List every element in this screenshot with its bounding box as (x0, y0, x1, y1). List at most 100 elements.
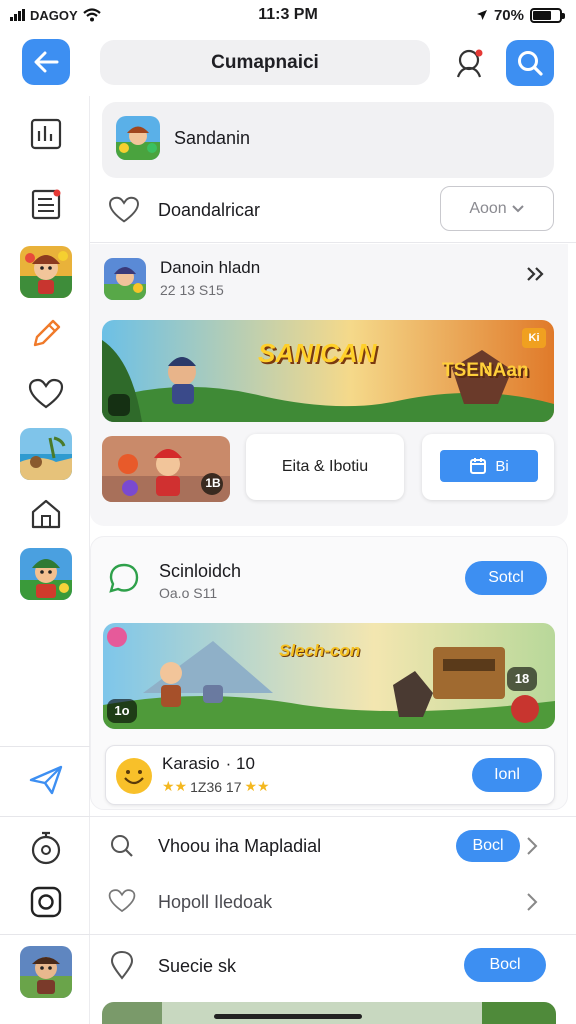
featured-thumbnail (116, 116, 160, 160)
search-button[interactable] (506, 40, 554, 86)
section-two-button[interactable]: Sotcl (465, 561, 547, 595)
tile-art[interactable]: 1B (102, 436, 230, 502)
game-thumbnail-icon (20, 246, 72, 298)
game-card-subtitle: 22 13 S15 (160, 282, 224, 298)
banner-badge-left: 1o (114, 703, 130, 718)
chat-icon (109, 563, 139, 593)
chat-bubble (107, 561, 141, 600)
star-icon: ★★ (244, 778, 270, 794)
send-icon (29, 765, 63, 795)
banner-two-title: Slech-con (279, 641, 361, 660)
page-title: Cumapnaici (100, 40, 430, 85)
sidebar-item-send[interactable] (20, 754, 72, 806)
search-icon (518, 51, 543, 76)
sidebar-item-favorites[interactable] (20, 368, 72, 420)
back-arrow-icon (34, 51, 59, 73)
chevron-right-icon (527, 837, 538, 855)
buy-button-label: Bi (495, 457, 509, 475)
sidebar-item-game-4[interactable] (20, 946, 72, 998)
sidebar-item-notes[interactable] (20, 178, 72, 230)
chevron-right-icon (527, 893, 538, 911)
sidebar-item-timer[interactable] (20, 822, 72, 874)
list-item[interactable]: Hopoll Iledoak (90, 876, 576, 928)
tile-info[interactable]: Eita & Ibotiu (246, 434, 404, 500)
game-thumbnail-icon (20, 946, 72, 998)
profile-icon (456, 49, 483, 78)
location-pin-icon (110, 950, 134, 980)
game-thumbnail-icon (20, 548, 72, 600)
sidebar-item-stats[interactable] (20, 108, 72, 160)
sidebar-item-game-2[interactable] (20, 428, 72, 480)
document-icon (31, 189, 61, 220)
banner-subtitle: TSENAan (442, 360, 529, 381)
home-indicator (214, 1014, 362, 1019)
game-card-banner[interactable]: SANICAN TSENAan Ki (102, 320, 554, 422)
pencil-icon (33, 319, 61, 347)
sidebar-item-home[interactable] (20, 488, 72, 540)
list-item[interactable]: Vhoou iha Mapladial Bocl (90, 820, 576, 872)
list-item-label: Suecie sk (158, 956, 237, 976)
rating-card[interactable]: Karasio · 10 ★★ 1Z36 17 ★★ Ionl (105, 745, 555, 805)
section-two-title: Scinloidch (159, 561, 242, 581)
search-icon (111, 835, 133, 857)
game-thumbnail-icon (20, 428, 72, 480)
list-item-label: Hopoll Iledoak (158, 892, 273, 912)
sidebar-item-edit[interactable] (20, 308, 72, 360)
rating-name-suffix: · 10 (225, 754, 255, 773)
banner-badge: Ki (522, 328, 546, 348)
chart-icon (30, 118, 62, 150)
back-button[interactable] (22, 39, 70, 85)
list-item-label: Vhoou iha Mapladial (158, 836, 322, 856)
section-two-subtitle: Oa.o S11 (159, 585, 218, 601)
banner-title: SANICAN (258, 338, 377, 368)
divider (90, 816, 576, 817)
timer-icon (31, 831, 61, 865)
next-card-peek[interactable] (102, 1002, 556, 1024)
favorite-toggle[interactable] (108, 196, 140, 229)
status-right: 70% (476, 6, 565, 24)
home-icon (31, 499, 61, 529)
sidebar-item-game-1[interactable] (20, 246, 72, 298)
sort-dropdown[interactable]: Aoon (440, 186, 554, 231)
battery-percent: 70% (493, 6, 524, 24)
featured-name: Sandanin (174, 128, 251, 148)
buy-button[interactable]: Bi (440, 450, 538, 482)
favorite-label: Doandalricar (158, 200, 261, 220)
instagram-icon (30, 886, 62, 918)
section-two-banner[interactable]: Slech-con 1o 18 (103, 623, 555, 729)
chevron-down-icon (511, 204, 524, 212)
rating-card-button[interactable]: Ionl (472, 758, 542, 792)
game-card: Danoin hladn 22 13 S15 SANICAN TSENAan K… (90, 244, 568, 526)
list-item[interactable]: Suecie sk Bocl (90, 940, 576, 992)
rating-name: Karasio (162, 754, 220, 773)
status-bar: DAGOY 11:3 PM 70% (0, 0, 576, 30)
rating-title-row: Karasio · 10 (162, 754, 255, 774)
star-icon: ★★ (162, 778, 188, 794)
list-item-button[interactable]: Bocl (456, 830, 520, 862)
sidebar (0, 96, 90, 1024)
main-content: Sandanin Doandalricar Aoon Danoin hladn … (90, 96, 576, 1024)
game-card-open[interactable] (522, 260, 550, 288)
list-item-button[interactable]: Bocl (464, 948, 546, 982)
banner-badge-right: 18 (514, 671, 530, 686)
sidebar-item-game-3[interactable] (20, 548, 72, 600)
tile-art-image (102, 436, 230, 502)
divider (90, 934, 576, 935)
heart-icon (108, 889, 136, 913)
game-thumbnail-icon (116, 116, 160, 160)
profile-button[interactable] (448, 42, 492, 84)
section-two-card: Scinloidch Oa.o S11 Sotcl Slech-con 1o 1… (90, 536, 568, 810)
divider (90, 242, 576, 243)
emoji-icon (116, 758, 152, 794)
featured-card[interactable]: Sandanin (102, 102, 554, 178)
tile-action: Bi (422, 434, 554, 500)
heart-icon (109, 196, 139, 223)
location-arrow-icon (476, 10, 487, 20)
battery-icon (530, 7, 565, 23)
chevron-right-icon (527, 267, 544, 281)
sidebar-item-camera[interactable] (20, 876, 72, 928)
game-card-thumbnail (104, 258, 146, 300)
tile-badge: 1B (205, 476, 221, 490)
banner-art (102, 1002, 556, 1024)
game-thumbnail-icon (104, 258, 146, 300)
